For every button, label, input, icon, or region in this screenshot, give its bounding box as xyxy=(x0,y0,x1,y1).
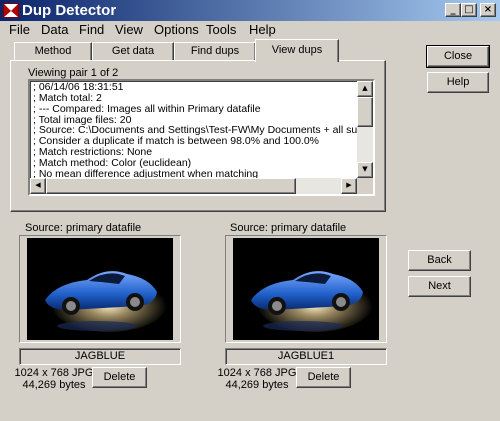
tab-method[interactable]: Method xyxy=(14,42,92,60)
menu-options[interactable]: Options xyxy=(154,22,199,38)
close-button[interactable]: Close xyxy=(426,45,490,68)
title-bar[interactable]: Dup Detector _ □ × xyxy=(0,0,500,21)
left-delete-button[interactable]: Delete xyxy=(92,367,147,388)
menu-file[interactable]: File xyxy=(9,22,30,38)
horizontal-scrollbar[interactable]: ◀ ▶ xyxy=(30,178,357,194)
tab-find-dups[interactable]: Find dups xyxy=(174,42,256,60)
menu-view[interactable]: View xyxy=(115,22,143,38)
log-lines: ; 06/14/06 18:31:51 ; Match total: 2 ; -… xyxy=(33,82,358,180)
right-source-label: Source: primary datafile xyxy=(230,222,347,234)
viewing-pair-label: Viewing pair 1 of 2 xyxy=(28,67,119,79)
scroll-up-icon[interactable]: ▲ xyxy=(357,81,373,97)
help-button[interactable]: Help xyxy=(427,72,489,93)
horizontal-scroll-thumb[interactable] xyxy=(46,178,296,194)
right-image-dimensions: 1024 x 768 JPG xyxy=(217,367,297,379)
left-image-info: 1024 x 768 JPG 44,269 bytes xyxy=(14,367,94,391)
log-textbox[interactable]: ; 06/14/06 18:31:51 ; Match total: 2 ; -… xyxy=(28,79,375,196)
close-window-button[interactable]: × xyxy=(480,3,496,17)
tab-get-data[interactable]: Get data xyxy=(92,42,174,60)
minimize-button[interactable]: _ xyxy=(445,3,461,17)
vertical-scrollbar[interactable]: ▲ ▼ xyxy=(357,81,373,178)
menu-find[interactable]: Find xyxy=(79,22,104,38)
tab-view-dups[interactable]: View dups xyxy=(255,39,339,62)
right-delete-button[interactable]: Delete xyxy=(296,367,351,388)
scroll-left-icon[interactable]: ◀ xyxy=(30,178,46,194)
maximize-button[interactable]: □ xyxy=(461,3,477,17)
car-image-icon xyxy=(45,271,167,332)
menu-help[interactable]: Help xyxy=(249,22,276,38)
left-image-frame xyxy=(19,235,181,343)
back-button[interactable]: Back xyxy=(408,250,471,271)
log-line: ; --- Compared: Images all within Primar… xyxy=(33,102,261,115)
left-source-label: Source: primary datafile xyxy=(25,222,142,234)
right-image-frame xyxy=(225,235,387,343)
right-image[interactable] xyxy=(233,238,379,340)
window-title: Dup Detector xyxy=(22,2,117,19)
right-image-size: 44,269 bytes xyxy=(225,379,289,391)
car-image-icon xyxy=(251,271,373,332)
left-image-dimensions: 1024 x 768 JPG xyxy=(14,367,94,379)
scroll-down-icon[interactable]: ▼ xyxy=(357,162,373,178)
right-image-info: 1024 x 768 JPG 44,269 bytes xyxy=(217,367,297,391)
app-window: Dup Detector _ □ × File Data Find View O… xyxy=(0,0,500,421)
scroll-corner xyxy=(357,178,373,194)
scroll-right-icon[interactable]: ▶ xyxy=(341,178,357,194)
left-image-name: JAGBLUE xyxy=(19,348,181,365)
left-image-size: 44,269 bytes xyxy=(22,379,86,391)
menu-bar: File Data Find View Options Tools Help xyxy=(0,21,500,39)
left-image[interactable] xyxy=(27,238,173,340)
app-logo-icon xyxy=(3,3,19,18)
menu-data[interactable]: Data xyxy=(41,22,68,38)
menu-tools[interactable]: Tools xyxy=(206,22,236,38)
right-image-name: JAGBLUE1 xyxy=(225,348,387,365)
next-button[interactable]: Next xyxy=(408,276,471,297)
vertical-scroll-thumb[interactable] xyxy=(357,97,373,127)
